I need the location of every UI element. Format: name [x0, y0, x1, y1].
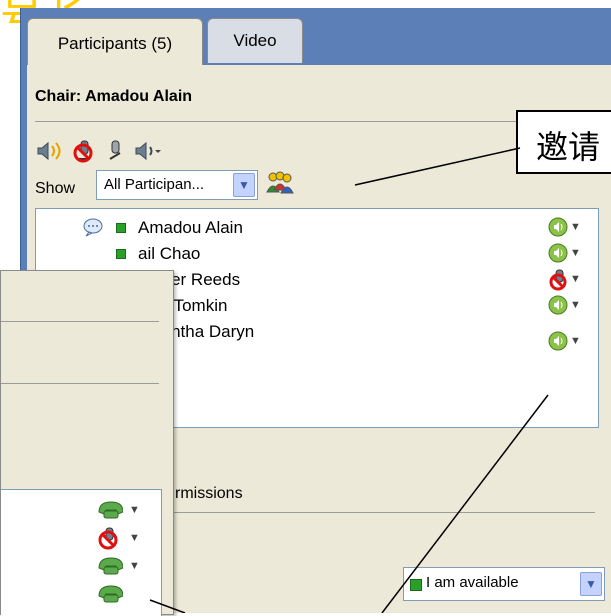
invite-callout: 邀请 [516, 110, 611, 174]
muted-mic-icon[interactable] [548, 269, 570, 296]
speaker-menu-icon[interactable] [133, 140, 163, 167]
availability-select[interactable]: I am available ▼ [403, 567, 605, 601]
status-indicator [116, 249, 126, 259]
overlay-panel: ▼ ▼ ▼ [0, 270, 174, 616]
participant-row[interactable]: Amadou Alain ▼ [36, 215, 598, 241]
dropdown-arrow-icon[interactable]: ▼ [570, 247, 581, 259]
callout-text: 邀请 [536, 128, 601, 166]
divider [1, 321, 159, 322]
dropdown-arrow-icon[interactable]: ▼ [570, 335, 581, 347]
phone-icon[interactable]: ▼ [97, 498, 140, 525]
tab-participants[interactable]: Participants (5) [27, 18, 203, 68]
status-indicator [410, 579, 422, 591]
chevron-down-icon[interactable]: ▼ [580, 572, 602, 596]
audio-toolbar [35, 139, 166, 163]
speaking-icon[interactable] [548, 331, 568, 356]
permissions-label: rmissions [175, 485, 243, 502]
dropdown-arrow-icon[interactable]: ▼ [129, 532, 140, 544]
divider [1, 383, 159, 384]
muted-phone-icon[interactable]: ▼ [97, 526, 140, 555]
microphone-icon[interactable] [104, 139, 126, 168]
chat-bubble-icon[interactable] [82, 217, 104, 242]
invite-people-icon[interactable] [265, 170, 295, 196]
dropdown-arrow-icon[interactable]: ▼ [570, 299, 581, 311]
dropdown-arrow-icon[interactable]: ▼ [129, 504, 140, 516]
speaker-talking-icon[interactable] [35, 140, 65, 167]
show-filter-select[interactable]: All Participan... ▼ [96, 170, 258, 200]
mute-mic-icon[interactable] [72, 139, 96, 168]
divider [35, 121, 595, 122]
participant-name: Amadou Alain [138, 218, 243, 237]
participant-row[interactable]: ail Chao ▼ [36, 241, 598, 267]
speaking-icon[interactable] [548, 295, 568, 320]
status-indicator [116, 223, 126, 233]
chair-label: Chair: Amadou Alain [35, 88, 193, 105]
dropdown-arrow-icon[interactable]: ▼ [570, 273, 581, 285]
speaking-icon[interactable] [548, 243, 568, 268]
speaking-icon[interactable] [548, 217, 568, 242]
show-filter-value: All Participan... [104, 176, 205, 193]
dropdown-arrow-icon[interactable]: ▼ [129, 560, 140, 572]
tab-video[interactable]: Video [207, 18, 303, 63]
overlay-participant-list: ▼ ▼ ▼ [1, 489, 162, 616]
show-label: Show [35, 180, 76, 197]
participant-name: ail Chao [138, 244, 201, 263]
dropdown-arrow-icon[interactable]: ▼ [570, 221, 581, 233]
chevron-down-icon[interactable]: ▼ [233, 173, 255, 197]
phone-icon[interactable] [97, 582, 124, 609]
availability-value: I am available [426, 574, 519, 591]
tab-strip: Participants (5) Video [21, 8, 611, 68]
phone-icon[interactable]: ▼ [97, 554, 140, 581]
